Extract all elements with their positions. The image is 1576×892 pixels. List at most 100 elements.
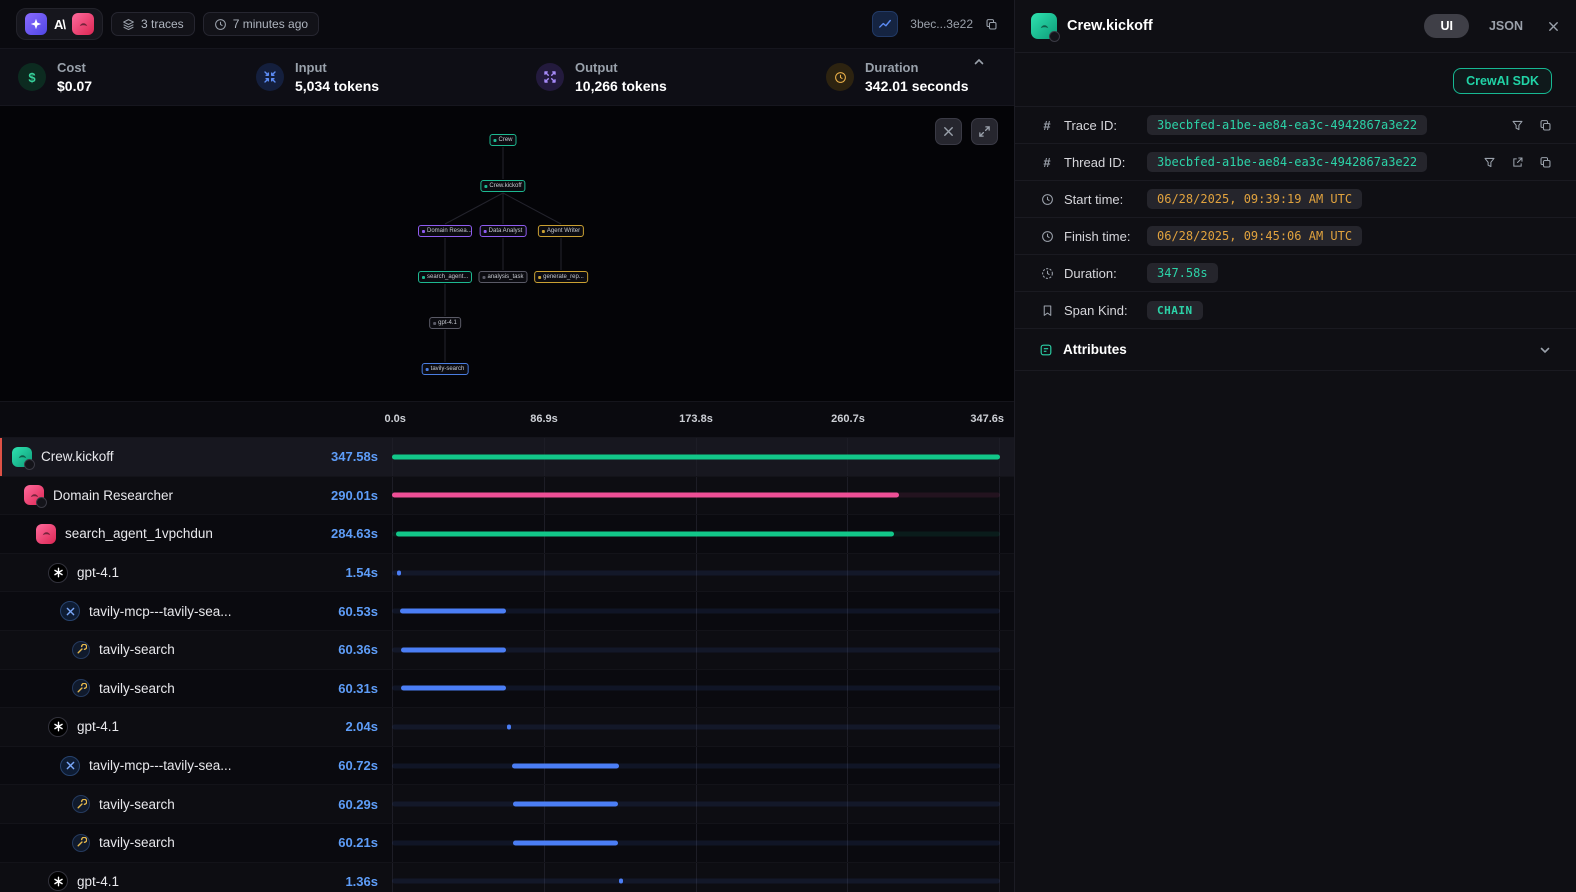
trace-main-panel: A\ 3 traces 7 minutes ago 3bec...3e22 $C… <box>0 0 1015 892</box>
span-duration: 60.36s <box>338 642 392 657</box>
field-label: Trace ID: <box>1064 118 1138 133</box>
span-row[interactable]: tavily-search60.29s <box>0 785 1014 824</box>
graph-node[interactable]: search_agent... <box>418 271 472 283</box>
span-duration: 284.63s <box>331 526 392 541</box>
graph-node[interactable]: tavily-search <box>422 363 469 375</box>
node-dot <box>542 230 545 233</box>
node-dot <box>433 322 436 325</box>
view-toggle-json[interactable]: JSON <box>1489 19 1523 33</box>
metrics-chart-button[interactable] <box>872 11 898 37</box>
span-duration: 60.31s <box>338 681 392 696</box>
span-row-name: search_agent_1vpchdun284.63s <box>0 524 392 544</box>
trace-id-short: 3bec...3e22 <box>910 17 973 31</box>
clock-icon <box>826 63 854 91</box>
copy-icon[interactable] <box>1539 156 1552 169</box>
graph-node[interactable]: gpt-4.1 <box>429 317 461 329</box>
span-row[interactable]: tavily-search60.21s <box>0 824 1014 863</box>
span-row-name: tavily-mcp---tavily-sea...60.53s <box>0 601 392 621</box>
wrench-icon <box>72 834 90 852</box>
graph-node-label: search_agent... <box>427 274 468 280</box>
graph-node[interactable]: Domain Resea... <box>418 225 472 237</box>
graph-fullscreen-button[interactable] <box>971 118 998 145</box>
stat-text: Duration342.01 seconds <box>865 60 969 94</box>
span-row[interactable]: tavily-mcp---tavily-sea...60.72s <box>0 747 1014 786</box>
integration-logos: A\ <box>16 8 103 40</box>
stat-text: Input5,034 tokens <box>295 60 379 94</box>
graph-node[interactable]: Crew.kickoff <box>480 180 525 192</box>
field-label: Finish time: <box>1064 229 1138 244</box>
chevron-down-icon <box>1538 343 1552 357</box>
expand-icon <box>978 125 991 138</box>
traces-count-label: 3 traces <box>141 17 184 31</box>
graph-node[interactable]: Crew <box>489 134 516 146</box>
span-bar <box>392 454 1000 459</box>
trace-graph: Crew Crew.kickoff Domain Resea... Data Anal… <box>0 106 1014 402</box>
trace-topbar: A\ 3 traces 7 minutes ago 3bec...3e22 <box>0 0 1014 48</box>
graph-node-label: Crew <box>498 137 512 143</box>
stat-label: Output <box>575 60 667 75</box>
span-row-name: tavily-search60.31s <box>0 679 392 697</box>
filter-icon[interactable] <box>1511 119 1524 132</box>
span-row[interactable]: gpt-4.12.04s <box>0 708 1014 747</box>
graph-node[interactable]: Data Analyst <box>480 225 527 237</box>
graph-close-button[interactable] <box>935 118 962 145</box>
stat-label: Input <box>295 60 379 75</box>
field-label: Thread ID: <box>1064 155 1138 170</box>
stat-output: Output 10,266 tokens <box>536 60 826 94</box>
span-row[interactable]: Domain Researcher290.01s <box>0 477 1014 516</box>
graph-edges <box>0 106 1014 402</box>
copy-icon[interactable] <box>1539 119 1552 132</box>
sparkle-logo-icon <box>25 13 47 35</box>
span-details-panel: Crew.kickoff UI JSON CrewAI SDK # Trace I… <box>1015 0 1576 892</box>
view-toggle-ui[interactable]: UI <box>1424 14 1469 38</box>
clock-icon <box>214 18 227 31</box>
timeline-tick: 260.7s <box>831 413 865 425</box>
span-row-name: tavily-search60.21s <box>0 834 392 852</box>
wrench-icon <box>72 679 90 697</box>
node-dot <box>422 276 425 279</box>
stat-value: 10,266 tokens <box>575 78 667 94</box>
span-waterfall: 0.0s86.9s173.8s260.7s347.6s Crew.kickoff… <box>0 402 1014 892</box>
span-row[interactable]: tavily-mcp---tavily-sea...60.53s <box>0 592 1014 631</box>
attributes-section[interactable]: Attributes <box>1015 329 1576 371</box>
timeline-tick: 0.0s <box>385 413 406 425</box>
crewai-pink-logo-icon <box>24 485 44 505</box>
close-panel-icon[interactable] <box>1547 20 1560 33</box>
details-title: Crew.kickoff <box>1067 18 1414 34</box>
graph-node[interactable]: generate_rep... <box>534 271 588 283</box>
span-row[interactable]: search_agent_1vpchdun284.63s <box>0 515 1014 554</box>
sdk-badge-row: CrewAI SDK <box>1015 53 1576 106</box>
stat-input: Input5,034 tokens <box>256 60 536 94</box>
copy-trace-id-icon[interactable] <box>985 18 998 31</box>
hash-icon: # <box>1039 118 1055 133</box>
crewai-logo-icon <box>72 13 94 35</box>
timeline-tick: 86.9s <box>530 413 558 425</box>
traces-count-badge[interactable]: 3 traces <box>111 12 195 36</box>
graph-node-label: analysis_task <box>487 274 523 280</box>
field-value: 3becbfed-a1be-ae84-ea3c-4942867a3e22 <box>1147 152 1427 172</box>
span-row[interactable]: tavily-search60.31s <box>0 670 1014 709</box>
trace-age-label: 7 minutes ago <box>233 17 308 31</box>
crewai-teal-logo-icon <box>12 447 32 467</box>
timeline-header: 0.0s86.9s173.8s260.7s347.6s <box>0 402 1014 438</box>
field-value: 06/28/2025, 09:45:06 AM UTC <box>1147 226 1362 246</box>
stat-text: Cost$0.07 <box>57 60 92 94</box>
graph-node-label: Agent Writer <box>547 228 580 234</box>
span-row[interactable]: tavily-search60.36s <box>0 631 1014 670</box>
external-icon[interactable] <box>1511 156 1524 169</box>
timeline-tick: 347.6s <box>970 413 1004 425</box>
span-row[interactable]: Crew.kickoff347.58s <box>0 438 1014 477</box>
graph-node[interactable]: Agent Writer <box>538 225 584 237</box>
span-track-bg <box>392 763 1000 768</box>
collapse-stats-button[interactable] <box>972 55 986 69</box>
span-name: tavily-mcp---tavily-sea... <box>89 604 329 619</box>
clockDashed-icon <box>1039 267 1055 280</box>
span-duration: 1.54s <box>345 565 392 580</box>
span-row[interactable]: gpt-4.11.54s <box>0 554 1014 593</box>
filter-icon[interactable] <box>1483 156 1496 169</box>
attributes-label: Attributes <box>1063 342 1528 357</box>
wrench-icon <box>72 641 90 659</box>
span-row[interactable]: gpt-4.11.36s <box>0 863 1014 892</box>
graph-node[interactable]: analysis_task <box>478 271 527 283</box>
compress-icon <box>256 63 284 91</box>
